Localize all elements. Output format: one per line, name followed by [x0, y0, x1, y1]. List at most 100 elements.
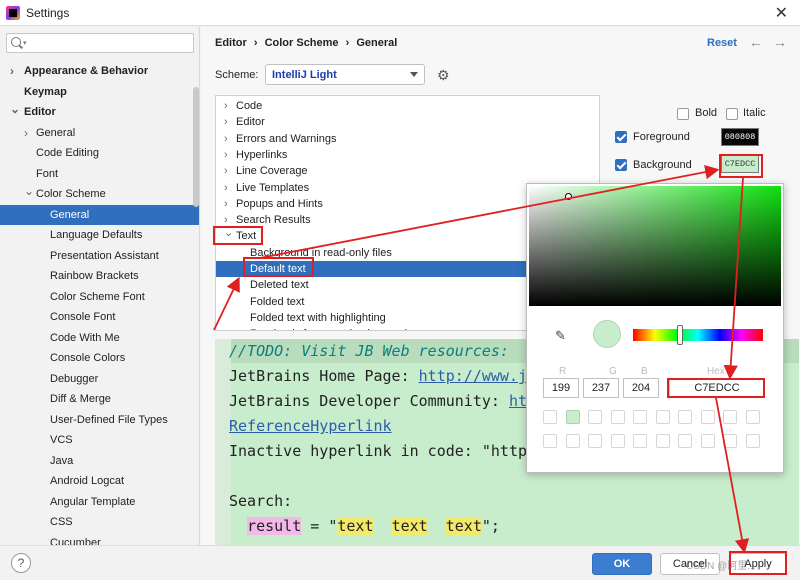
search-icon: [11, 37, 21, 47]
sidebar-item[interactable]: User-Defined File Types: [0, 410, 199, 431]
chevron-right-icon[interactable]: ›: [224, 131, 228, 147]
chevron-right-icon[interactable]: ›: [224, 114, 228, 130]
recent-color-cell[interactable]: [633, 410, 647, 424]
recent-color-cell[interactable]: [723, 410, 737, 424]
search-dropdown-icon[interactable]: ▾: [23, 39, 27, 47]
recent-color-cell[interactable]: [543, 410, 557, 424]
attribute-tree-item[interactable]: › Errors and Warnings: [216, 131, 599, 147]
chevron-right-icon[interactable]: ›: [24, 123, 28, 144]
recent-color-cell[interactable]: [745, 434, 760, 448]
hue-slider[interactable]: [633, 329, 763, 341]
attribute-tree-item[interactable]: › Editor: [216, 114, 599, 130]
recent-color-cell[interactable]: [655, 410, 670, 424]
sidebar-item[interactable]: Java: [0, 451, 199, 472]
sidebar-item[interactable]: Console Font: [0, 307, 199, 328]
ok-button[interactable]: OK: [592, 553, 652, 575]
chevron-down-icon[interactable]: ⌄: [24, 181, 34, 202]
chevron-right-icon[interactable]: ›: [10, 61, 14, 82]
sidebar-item[interactable]: › General: [0, 123, 199, 144]
recent-color-cell[interactable]: [678, 434, 692, 448]
background-checkbox[interactable]: [615, 159, 627, 171]
chevron-right-icon[interactable]: ›: [224, 196, 228, 212]
sidebar-item[interactable]: Cucumber: [0, 533, 199, 546]
sidebar-item[interactable]: Angular Template: [0, 492, 199, 513]
sidebar-item[interactable]: Console Colors: [0, 348, 199, 369]
recent-color-cell[interactable]: [610, 434, 625, 448]
search-input[interactable]: ▾: [6, 33, 194, 53]
recent-color-cell[interactable]: [745, 410, 760, 424]
recent-color-cell[interactable]: [678, 410, 692, 424]
sidebar-item[interactable]: CSS: [0, 512, 199, 533]
r-field[interactable]: 199: [543, 378, 579, 398]
preview-home-line: JetBrains Home Page: http://www.j: [229, 367, 527, 385]
g-field[interactable]: 237: [583, 378, 619, 398]
chevron-down-icon[interactable]: ⌄: [224, 225, 233, 241]
sidebar-item-label: Console Font: [50, 311, 116, 323]
sidebar-item[interactable]: Presentation Assistant: [0, 246, 199, 267]
recent-color-cell[interactable]: [700, 434, 715, 448]
eyedropper-icon[interactable]: ✎: [555, 328, 566, 344]
title-bar: Settings ✕: [0, 0, 800, 26]
hex-field[interactable]: C7EDCC: [669, 378, 765, 398]
b-field[interactable]: 204: [623, 378, 659, 398]
forward-arrow-icon[interactable]: →: [773, 34, 797, 50]
sidebar-item[interactable]: Code With Me: [0, 328, 199, 349]
recent-color-cell[interactable]: [700, 410, 715, 424]
chevron-right-icon[interactable]: ›: [224, 180, 228, 196]
background-color-swatch[interactable]: C7EDCC: [721, 155, 759, 173]
sidebar-item-label: Cucumber: [50, 536, 101, 546]
recent-color-cell[interactable]: [610, 410, 625, 424]
help-icon[interactable]: ?: [11, 553, 31, 573]
sidebar-item[interactable]: Diff & Merge: [0, 389, 199, 410]
recent-color-cell[interactable]: [655, 434, 670, 448]
sidebar-item[interactable]: General: [0, 204, 199, 225]
italic-checkbox[interactable]: [726, 108, 738, 120]
recent-color-cell[interactable]: [588, 410, 602, 424]
color-handle[interactable]: [565, 193, 572, 200]
attribute-tree-label: Errors and Warnings: [236, 132, 337, 145]
saturation-brightness-area[interactable]: [529, 186, 781, 306]
sidebar-item[interactable]: ⌄ Editor: [0, 99, 199, 123]
recent-color-cell[interactable]: [633, 434, 647, 448]
breadcrumb-color-scheme[interactable]: Color Scheme: [265, 37, 339, 49]
scheme-select[interactable]: IntelliJ Light: [265, 64, 425, 85]
sidebar-item[interactable]: Debugger: [0, 369, 199, 390]
back-arrow-icon[interactable]: ←: [749, 34, 773, 50]
sidebar-item[interactable]: VCS: [0, 430, 199, 451]
sidebar-item[interactable]: Rainbow Brackets: [0, 266, 199, 287]
sidebar-item[interactable]: Language Defaults: [0, 225, 199, 246]
settings-tree: › Appearance & Behavior Keymap ⌄ Editor › Gene…: [0, 61, 199, 546]
attribute-tree-item[interactable]: › Line Coverage: [216, 163, 599, 179]
sidebar-item[interactable]: › Appearance & Behavior: [0, 61, 199, 82]
sidebar-item[interactable]: Color Scheme Font: [0, 287, 199, 308]
sidebar-scrollbar[interactable]: [193, 87, 199, 207]
bold-checkbox[interactable]: [677, 108, 689, 120]
scheme-value: IntelliJ Light: [272, 69, 337, 81]
reset-link[interactable]: Reset: [707, 37, 737, 49]
breadcrumb-editor[interactable]: Editor: [215, 37, 247, 49]
chevron-right-icon[interactable]: ›: [224, 147, 228, 163]
sidebar-item-label: Code Editing: [36, 147, 99, 159]
recent-color-cell[interactable]: [588, 434, 602, 448]
window-title: Settings: [26, 6, 70, 20]
recent-color-cell[interactable]: [565, 410, 580, 424]
chevron-right-icon[interactable]: ›: [224, 163, 228, 179]
gear-icon[interactable]: ⚙: [437, 67, 450, 84]
sidebar-item[interactable]: ⌄ Color Scheme: [0, 181, 199, 205]
attribute-tree-item[interactable]: › Code: [216, 98, 599, 114]
attribute-tree-item[interactable]: › Hyperlinks: [216, 147, 599, 163]
sidebar-item[interactable]: Code Editing: [0, 143, 199, 164]
recent-color-cell[interactable]: [543, 434, 557, 448]
recent-color-cell[interactable]: [565, 434, 580, 448]
chevron-down-icon[interactable]: ⌄: [10, 99, 20, 120]
sidebar-item[interactable]: Android Logcat: [0, 471, 199, 492]
settings-window: Settings ✕ ▾ › Appearance & Behavior Keyma…: [0, 0, 800, 580]
hue-slider-handle[interactable]: [676, 325, 683, 345]
sidebar-item[interactable]: Keymap: [0, 82, 199, 103]
recent-color-cell[interactable]: [723, 434, 737, 448]
close-icon[interactable]: ✕: [775, 3, 788, 23]
attribute-tree-label: Deleted text: [250, 279, 309, 292]
chevron-right-icon[interactable]: ›: [224, 98, 228, 114]
foreground-color-swatch[interactable]: 080808: [721, 128, 759, 146]
foreground-checkbox[interactable]: [615, 131, 627, 143]
